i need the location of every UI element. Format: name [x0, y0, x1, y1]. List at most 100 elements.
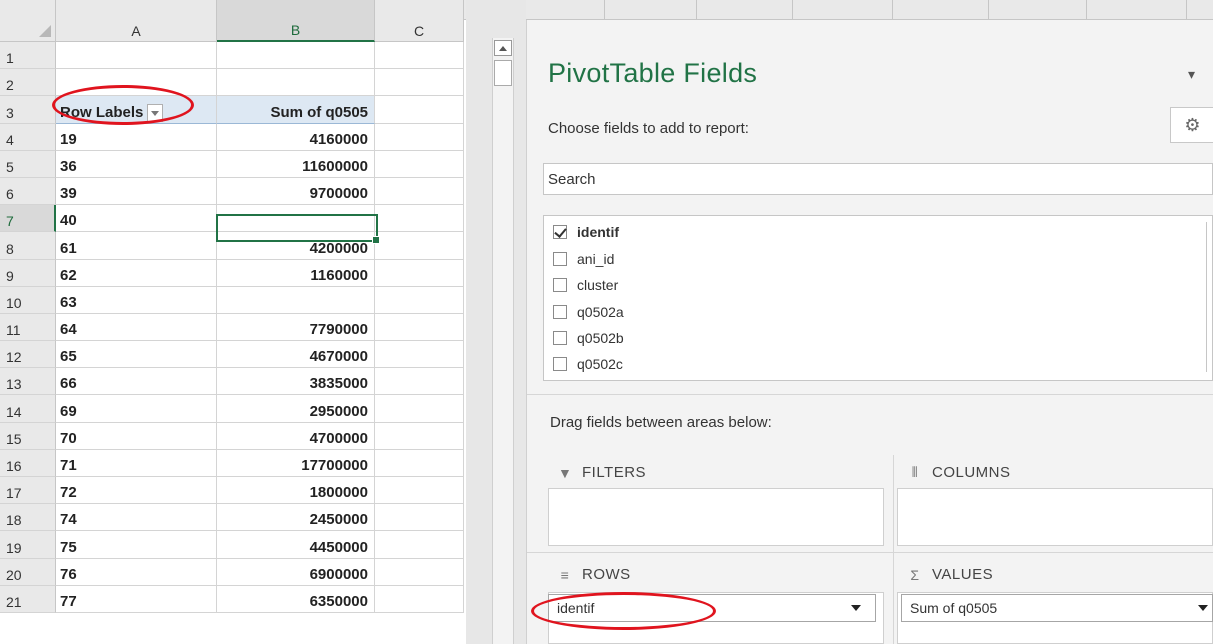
cell-a[interactable]: 70 [56, 422, 217, 450]
field-item-q0502b[interactable]: q0502b [553, 327, 624, 349]
field-list-scrollbar[interactable] [1206, 222, 1213, 372]
cell-c[interactable] [375, 504, 464, 532]
cell-a[interactable]: 40 [56, 205, 217, 233]
field-item-cluster[interactable]: cluster [553, 274, 618, 296]
fill-handle[interactable] [372, 236, 380, 244]
columns-drop-area[interactable] [897, 488, 1213, 546]
row-number[interactable]: 21 [0, 585, 56, 613]
cell-c[interactable] [375, 449, 464, 477]
pane-options-chevron-icon[interactable]: ▾ [1188, 66, 1195, 83]
cell-c[interactable] [375, 69, 464, 97]
column-header-a[interactable]: A [56, 0, 217, 42]
row-number[interactable]: 14 [0, 395, 56, 423]
row-number[interactable]: 8 [0, 232, 56, 260]
field-item-identif[interactable]: identif [553, 221, 619, 243]
cell-b[interactable]: 9700000 [217, 177, 375, 206]
active-cell-b7[interactable] [216, 214, 380, 244]
checkbox-identif[interactable] [553, 225, 567, 239]
cell-c[interactable] [375, 422, 464, 450]
row-number[interactable]: 1 [0, 42, 56, 70]
cell-c[interactable] [375, 286, 464, 314]
field-item-q0502c[interactable]: q0502c [553, 353, 623, 375]
cell-c[interactable] [375, 585, 464, 613]
row-number[interactable]: 20 [0, 558, 56, 586]
vertical-scrollbar[interactable] [492, 38, 514, 644]
row-number[interactable]: 9 [0, 259, 56, 287]
cell-b[interactable]: 6900000 [217, 558, 375, 586]
cell-b[interactable]: 1160000 [217, 259, 375, 287]
cell-b[interactable] [217, 286, 375, 314]
cell-b[interactable] [217, 69, 375, 97]
cell-a[interactable]: 66 [56, 368, 217, 396]
cell-b[interactable]: 2450000 [217, 504, 375, 532]
cell-c[interactable] [375, 96, 464, 124]
values-field-sum[interactable]: Sum of q0505 [901, 594, 1213, 622]
cell-a[interactable]: 76 [56, 558, 217, 586]
row-number[interactable]: 15 [0, 422, 56, 450]
cell-c[interactable] [375, 123, 464, 151]
cell-a[interactable]: 74 [56, 504, 217, 532]
sum-header-cell[interactable]: Sum of q0505 [217, 96, 375, 124]
cell-b[interactable]: 1800000 [217, 477, 375, 505]
row-number[interactable]: 17 [0, 477, 56, 505]
cell-a[interactable]: 19 [56, 123, 217, 151]
cell-a[interactable]: 39 [56, 177, 217, 206]
row-number[interactable]: 3 [0, 96, 56, 124]
field-item-ani-id[interactable]: ani_id [553, 248, 614, 270]
cell-c[interactable] [375, 531, 464, 559]
cell-c[interactable] [375, 477, 464, 505]
cell-c[interactable] [375, 368, 464, 396]
cell-a[interactable]: 64 [56, 313, 217, 342]
select-all-corner[interactable] [0, 0, 56, 42]
row-number[interactable]: 10 [0, 286, 56, 314]
row-number[interactable]: 7 [0, 205, 56, 233]
row-number[interactable]: 16 [0, 449, 56, 477]
row-number[interactable]: 2 [0, 69, 56, 97]
cell-b[interactable]: 3835000 [217, 368, 375, 396]
cell-a[interactable]: 69 [56, 395, 217, 423]
cell-b[interactable]: 6350000 [217, 585, 375, 613]
cell-b[interactable]: 4160000 [217, 123, 375, 151]
cell-c[interactable] [375, 395, 464, 423]
search-input[interactable]: Search [543, 163, 1213, 195]
field-item-q0502a[interactable]: q0502a [553, 301, 624, 323]
cell-c[interactable] [375, 177, 464, 206]
cell-a[interactable]: 62 [56, 259, 217, 287]
cell-b[interactable] [217, 42, 375, 70]
scroll-thumb[interactable] [494, 60, 512, 86]
cell-b[interactable]: 4450000 [217, 531, 375, 559]
cell-c[interactable] [375, 259, 464, 287]
cell-b[interactable]: 7790000 [217, 313, 375, 342]
cell-c[interactable] [375, 313, 464, 342]
cell-a[interactable]: 36 [56, 150, 217, 178]
cell-c[interactable] [375, 232, 464, 260]
row-number[interactable]: 5 [0, 150, 56, 178]
cell-b[interactable]: 4700000 [217, 422, 375, 450]
checkbox-cluster[interactable] [553, 278, 567, 292]
cell-c[interactable] [375, 205, 464, 233]
gear-icon[interactable]: ⚙ [1170, 107, 1213, 143]
row-number[interactable]: 11 [0, 313, 56, 342]
cell-c[interactable] [375, 558, 464, 586]
column-header-b[interactable]: B [217, 0, 375, 42]
checkbox-ani-id[interactable] [553, 252, 567, 266]
checkbox-q0502a[interactable] [553, 305, 567, 319]
cell-c[interactable] [375, 42, 464, 70]
cell-b[interactable]: 11600000 [217, 150, 375, 178]
cell-b[interactable]: 17700000 [217, 449, 375, 477]
cell-a[interactable]: 61 [56, 232, 217, 260]
chevron-down-icon[interactable] [1198, 605, 1208, 611]
row-number[interactable]: 6 [0, 177, 56, 206]
cell-b[interactable]: 2950000 [217, 395, 375, 423]
row-number[interactable]: 4 [0, 123, 56, 151]
cell-a[interactable]: 71 [56, 449, 217, 477]
cell-a[interactable]: 77 [56, 585, 217, 613]
cell-a[interactable]: 65 [56, 341, 217, 369]
row-number[interactable]: 13 [0, 368, 56, 396]
checkbox-q0502c[interactable] [553, 357, 567, 371]
cell-b[interactable]: 4670000 [217, 341, 375, 369]
row-number[interactable]: 12 [0, 341, 56, 369]
cell-c[interactable] [375, 150, 464, 178]
cell-a[interactable]: 75 [56, 531, 217, 559]
scroll-up-button[interactable] [494, 40, 512, 56]
